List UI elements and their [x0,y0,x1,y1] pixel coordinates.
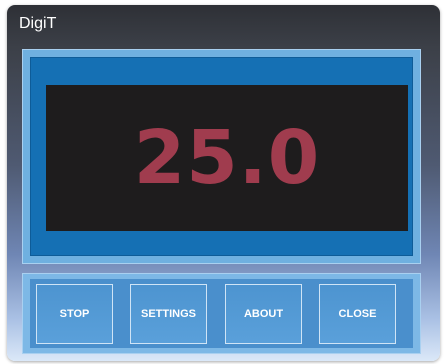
button-panel: STOP SETTINGS ABOUT CLOSE [22,273,421,354]
about-button[interactable]: ABOUT [225,284,302,344]
close-button[interactable]: CLOSE [319,284,396,344]
stop-button[interactable]: STOP [36,284,113,344]
window-title: DigiT [19,15,57,32]
app-window: DigiT 25.0 STOP SETTINGS ABOUT CLOSE [7,5,440,361]
display-panel-inner: 25.0 [30,57,413,256]
button-panel-inner: STOP SETTINGS ABOUT CLOSE [30,279,413,348]
display-panel: 25.0 [22,49,421,264]
settings-button[interactable]: SETTINGS [130,284,207,344]
digital-readout: 25.0 [46,85,408,231]
readout-value: 25.0 [133,115,321,201]
